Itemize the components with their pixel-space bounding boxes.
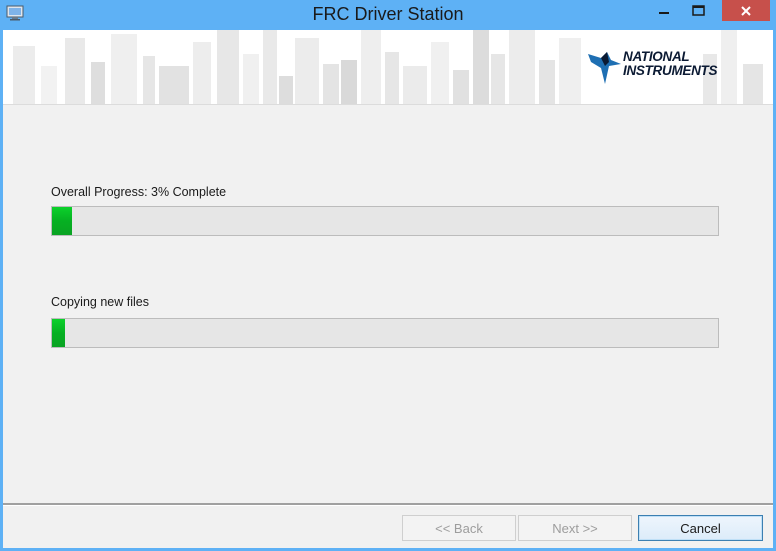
installer-window: FRC Driver Station NATIONAL INSTRUMENTS … <box>0 0 776 551</box>
logo-text: NATIONAL INSTRUMENTS <box>623 49 718 78</box>
task-progress-label: Copying new files <box>51 295 149 309</box>
close-icon <box>741 5 751 16</box>
banner-divider <box>3 104 773 105</box>
task-progress-bar <box>51 318 719 348</box>
national-instruments-logo: NATIONAL INSTRUMENTS <box>587 50 737 88</box>
logo-line-2: INSTRUMENTS <box>623 63 718 78</box>
eagle-icon <box>588 52 621 84</box>
footer-divider-highlight <box>3 505 773 506</box>
minimize-icon <box>658 11 669 14</box>
back-button[interactable]: << Back <box>402 515 516 541</box>
banner: NATIONAL INSTRUMENTS <box>3 30 773 104</box>
close-button[interactable] <box>722 0 770 21</box>
overall-progress-label: Overall Progress: 3% Complete <box>51 185 227 199</box>
logo-line-1: NATIONAL <box>623 49 690 64</box>
overall-progress-bar <box>51 206 719 236</box>
title-bar[interactable]: FRC Driver Station <box>0 0 776 30</box>
minimize-button[interactable] <box>651 0 678 21</box>
maximize-button[interactable] <box>685 0 712 21</box>
installer-client-area: NATIONAL INSTRUMENTS Overall Progress: 3… <box>3 30 773 548</box>
maximize-icon <box>691 4 705 16</box>
overall-progress-fill <box>52 207 72 235</box>
cancel-button[interactable]: Cancel <box>638 515 763 541</box>
task-progress-fill <box>52 319 65 347</box>
next-button[interactable]: Next >> <box>518 515 632 541</box>
